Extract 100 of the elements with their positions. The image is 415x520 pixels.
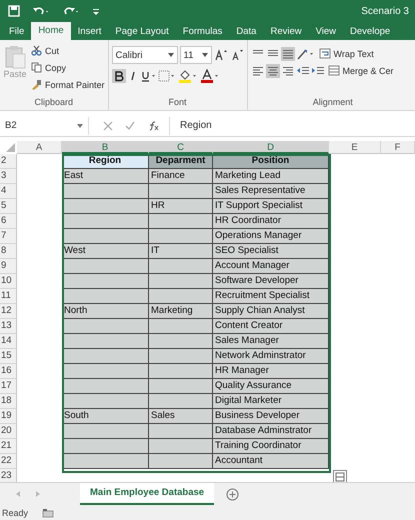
redo-icon[interactable] xyxy=(62,5,80,17)
table-cell[interactable] xyxy=(149,394,213,409)
name-box[interactable]: B2 xyxy=(0,116,89,134)
table-cell[interactable]: SEO Specialist xyxy=(213,244,329,259)
table-cell[interactable]: Software Developer xyxy=(213,274,329,289)
font-color-icon[interactable] xyxy=(200,69,220,83)
table-cell[interactable]: HR Coordinator xyxy=(213,214,329,229)
table-cell[interactable] xyxy=(149,274,213,289)
ribbon-tab[interactable]: Insert xyxy=(70,24,108,40)
row-header[interactable]: 23 xyxy=(0,469,17,482)
row-header[interactable]: 20 xyxy=(0,424,17,439)
table-cell[interactable]: Recruitment Specialist xyxy=(213,289,329,304)
merge-center-button[interactable]: Merge & Cer xyxy=(328,63,394,78)
row-header[interactable]: 22 xyxy=(0,454,17,469)
table-cell[interactable] xyxy=(62,349,149,364)
table-cell[interactable] xyxy=(149,364,213,379)
table-cell[interactable] xyxy=(62,229,149,244)
table-cell[interactable] xyxy=(62,379,149,394)
column-header[interactable]: C xyxy=(149,141,213,154)
formula-field[interactable]: Region xyxy=(174,120,415,131)
grow-font-icon[interactable] xyxy=(214,49,228,61)
table-cell[interactable]: Business Developer xyxy=(213,409,329,424)
undo-icon[interactable] xyxy=(32,5,50,17)
row-header[interactable]: 13 xyxy=(0,319,17,334)
table-cell[interactable] xyxy=(62,364,149,379)
column-header[interactable]: A xyxy=(17,141,62,154)
column-header[interactable]: F xyxy=(381,141,415,154)
row-header[interactable]: 9 xyxy=(0,259,17,274)
row-header[interactable]: 7 xyxy=(0,229,17,244)
table-cell[interactable] xyxy=(149,439,213,454)
row-header[interactable]: 21 xyxy=(0,439,17,454)
quick-analysis-icon[interactable] xyxy=(333,470,347,482)
table-cell[interactable] xyxy=(149,184,213,199)
table-cell[interactable]: Network Adminstrator xyxy=(213,349,329,364)
row-header[interactable]: 2 xyxy=(0,154,17,169)
table-cell[interactable] xyxy=(149,214,213,229)
row-header[interactable]: 15 xyxy=(0,349,17,364)
table-cell[interactable]: Marketing Lead xyxy=(213,169,329,184)
table-cell[interactable]: East xyxy=(62,169,149,184)
table-cell[interactable] xyxy=(62,289,149,304)
ribbon-tab[interactable]: Home xyxy=(31,22,71,40)
row-header[interactable]: 12 xyxy=(0,304,17,319)
table-cell[interactable]: Supply Chian Analyst xyxy=(213,304,329,319)
row-header[interactable]: 4 xyxy=(0,184,17,199)
table-cell[interactable]: HR Manager xyxy=(213,364,329,379)
ribbon-tab[interactable]: Review xyxy=(263,24,309,40)
table-cell[interactable] xyxy=(62,394,149,409)
row-header[interactable]: 8 xyxy=(0,244,17,259)
add-sheet-icon[interactable] xyxy=(226,488,240,500)
table-cell[interactable] xyxy=(149,259,213,274)
table-cell[interactable]: Accountant xyxy=(213,454,329,469)
table-cell[interactable] xyxy=(62,334,149,349)
column-header[interactable]: B xyxy=(62,141,149,154)
row-header[interactable]: 10 xyxy=(0,274,17,289)
sheet-tab[interactable]: Main Employee Database xyxy=(80,483,214,505)
ribbon-tab[interactable]: View xyxy=(308,24,344,40)
table-cell[interactable]: HR xyxy=(149,199,213,214)
table-cell[interactable]: Sales Manager xyxy=(213,334,329,349)
table-cell[interactable]: IT Support Specialist xyxy=(213,199,329,214)
function-icon[interactable] xyxy=(147,120,159,130)
align-bottom-icon[interactable] xyxy=(280,46,295,60)
table-cell[interactable] xyxy=(62,424,149,439)
ribbon-tab[interactable]: File xyxy=(2,24,32,40)
underline-icon[interactable] xyxy=(140,69,156,83)
row-header[interactable]: 6 xyxy=(0,214,17,229)
row-header[interactable]: 3 xyxy=(0,169,17,184)
format-painter-button[interactable]: Format Painter xyxy=(31,77,105,92)
row-header[interactable]: 5 xyxy=(0,199,17,214)
table-cell[interactable] xyxy=(62,454,149,469)
table-cell[interactable]: Content Creator xyxy=(213,319,329,334)
table-cell[interactable]: Account Manager xyxy=(213,259,329,274)
table-cell[interactable]: Sales Representative xyxy=(213,184,329,199)
fill-color-icon[interactable] xyxy=(178,69,198,83)
table-cell[interactable]: North xyxy=(62,304,149,319)
ribbon-tab[interactable]: Data xyxy=(229,24,264,40)
table-cell[interactable] xyxy=(62,184,149,199)
table-cell[interactable] xyxy=(149,229,213,244)
row-header[interactable]: 14 xyxy=(0,334,17,349)
table-cell[interactable]: Operations Manager xyxy=(213,229,329,244)
row-header[interactable]: 19 xyxy=(0,409,17,424)
table-cell[interactable]: Training Coordinator xyxy=(213,439,329,454)
table-cell[interactable] xyxy=(62,319,149,334)
table-cell[interactable]: Quality Assurance xyxy=(213,379,329,394)
copy-button[interactable]: Copy xyxy=(31,60,105,75)
save-icon[interactable] xyxy=(8,5,20,17)
row-header[interactable]: 17 xyxy=(0,379,17,394)
table-cell[interactable] xyxy=(149,349,213,364)
table-cell[interactable] xyxy=(62,259,149,274)
table-cell[interactable] xyxy=(149,319,213,334)
table-cell[interactable]: Marketing xyxy=(149,304,213,319)
table-cell[interactable]: Finance xyxy=(149,169,213,184)
table-cell[interactable]: IT xyxy=(149,244,213,259)
table-cell[interactable] xyxy=(62,199,149,214)
ribbon-tab[interactable]: Formulas xyxy=(176,24,230,40)
table-cell[interactable]: South xyxy=(62,409,149,424)
row-header[interactable]: 11 xyxy=(0,289,17,304)
table-cell[interactable]: West xyxy=(62,244,149,259)
font-name-dropdown[interactable]: Calibri xyxy=(112,46,178,64)
align-center-icon[interactable] xyxy=(266,64,280,78)
table-cell[interactable] xyxy=(62,214,149,229)
